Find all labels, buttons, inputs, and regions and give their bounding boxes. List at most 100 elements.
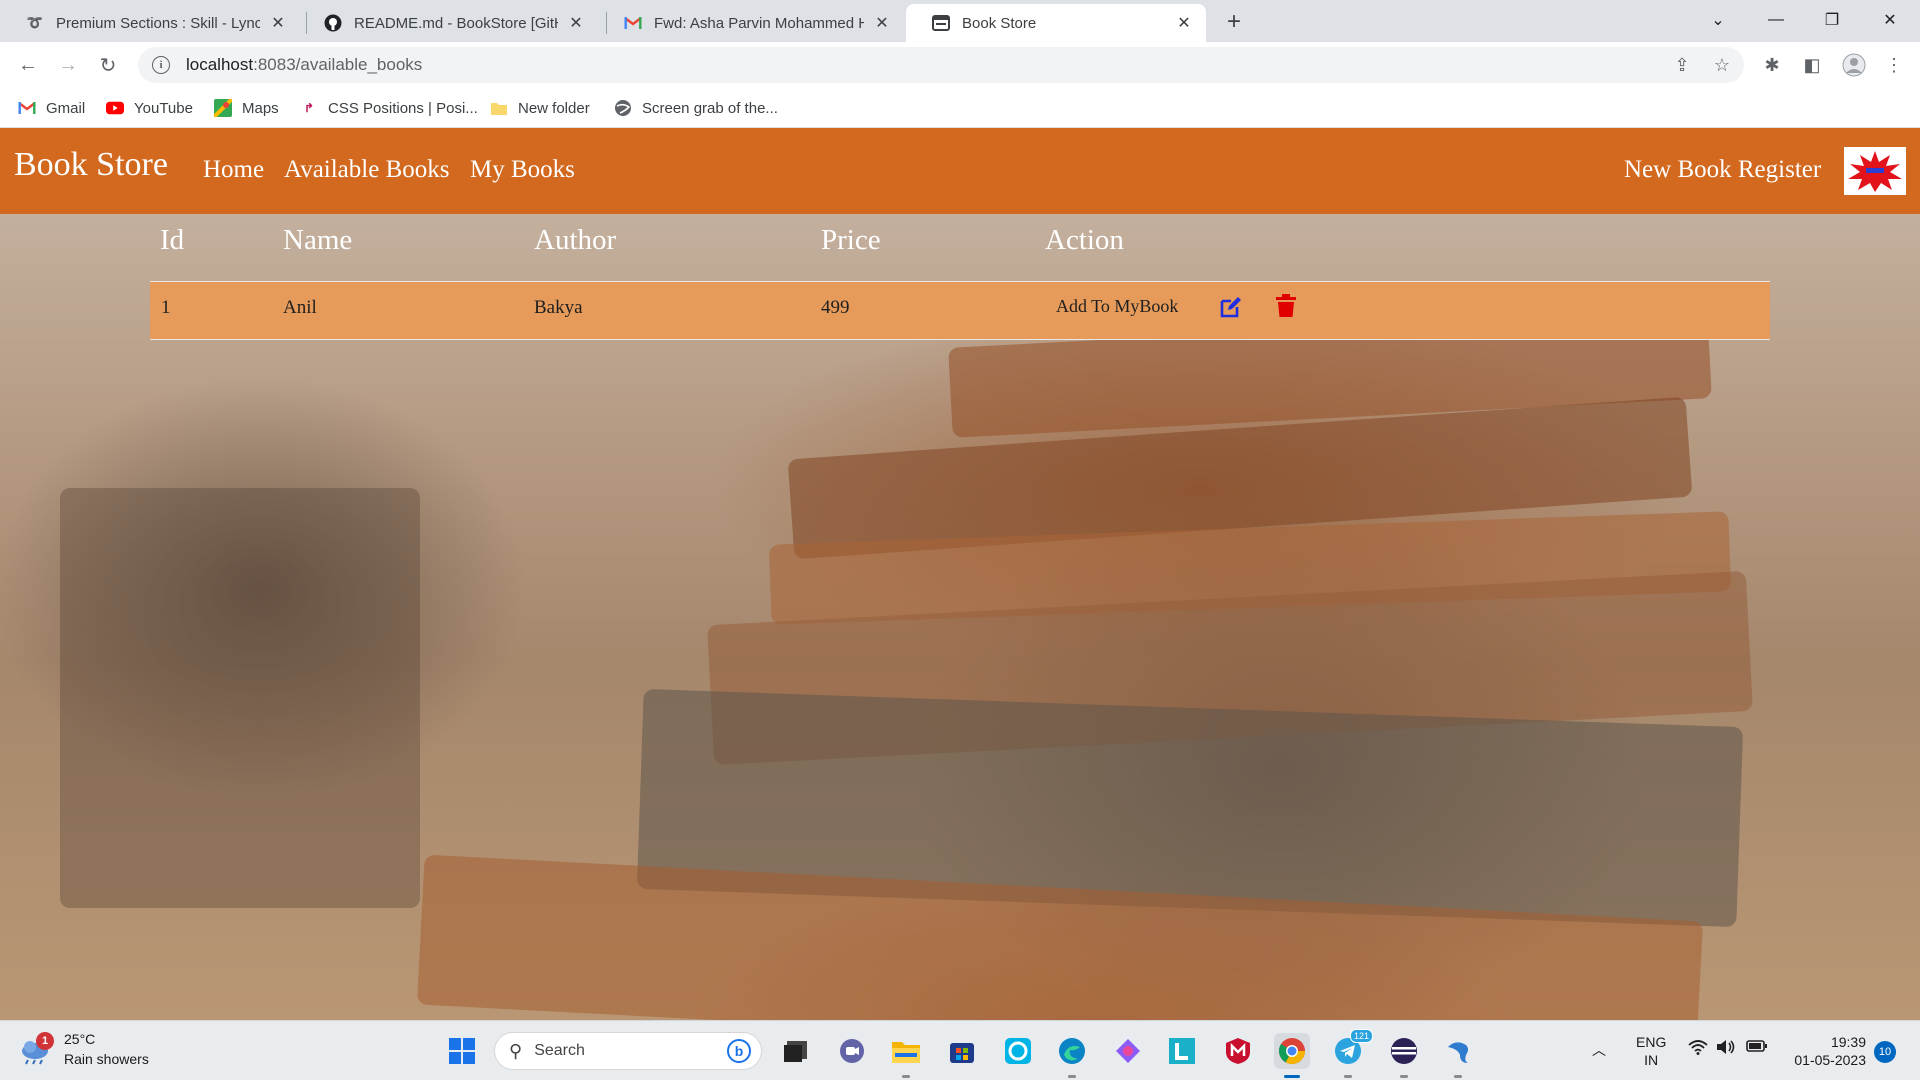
tab-lync[interactable]: ➰ Premium Sections : Skill - Lync ✕ <box>0 4 300 42</box>
tab-book-store[interactable]: Book Store ✕ <box>906 4 1206 42</box>
chrome-browser-icon[interactable] <box>1274 1033 1310 1069</box>
tab-title: Fwd: Asha Parvin Mohammed Ha <box>654 14 864 32</box>
nav-home-link[interactable]: Home <box>203 156 264 184</box>
search-placeholder: Search <box>534 1042 585 1059</box>
trash-icon[interactable] <box>1276 294 1296 318</box>
bookmark-label: Gmail <box>46 99 86 117</box>
volume-icon[interactable] <box>1716 1039 1736 1059</box>
close-window-button[interactable]: ✕ <box>1862 0 1918 40</box>
page-viewport: Book Store Home Available Books My Books… <box>0 128 1920 1020</box>
microsoft-store-icon[interactable] <box>944 1033 980 1069</box>
back-icon[interactable]: ← <box>14 51 42 79</box>
bookmark-label: CSS Positions | Posi... <box>328 99 478 117</box>
bookmark-maps[interactable]: Maps <box>214 96 279 120</box>
close-icon[interactable]: ✕ <box>268 13 288 33</box>
lync-icon: ➰ <box>26 15 44 30</box>
table-row: 1 Anil Bakya 499 Add To MyBook <box>150 282 1770 340</box>
brand-logo-text[interactable]: Book Store <box>14 146 168 184</box>
side-panel-icon[interactable]: ◧ <box>1798 51 1826 79</box>
search-icon: ⚲ <box>509 1040 523 1061</box>
column-header-action: Action <box>1045 224 1124 256</box>
battery-icon[interactable] <box>1746 1039 1768 1057</box>
site-info-icon[interactable]: i <box>152 56 170 74</box>
tab-gmail[interactable]: Fwd: Asha Parvin Mohammed Ha ✕ <box>598 4 904 42</box>
clock-time: 19:39 <box>1830 1034 1866 1050</box>
cell-id: 1 <box>161 297 171 318</box>
bookmark-new-folder[interactable]: New folder <box>490 96 590 120</box>
reload-icon[interactable]: ↻ <box>94 51 122 79</box>
edit-icon[interactable] <box>1219 295 1243 319</box>
new-tab-button[interactable]: + <box>1220 8 1248 36</box>
running-indicator <box>1068 1075 1076 1078</box>
folder-icon <box>490 99 508 117</box>
tab-title: Book Store <box>962 14 1037 32</box>
column-header-name: Name <box>283 224 353 256</box>
app-navbar: Book Store Home Available Books My Books… <box>0 128 1920 214</box>
language-code: ENG <box>1636 1034 1667 1050</box>
task-view-icon[interactable] <box>778 1033 814 1069</box>
cell-name: Anil <box>283 297 317 318</box>
close-icon[interactable]: ✕ <box>1174 13 1194 33</box>
bing-icon[interactable]: b <box>727 1039 751 1063</box>
wifi-icon[interactable] <box>1688 1039 1708 1060</box>
running-indicator <box>1454 1075 1462 1078</box>
menu-kebab-icon[interactable]: ⋮ <box>1880 51 1908 79</box>
youtube-icon <box>106 99 124 117</box>
css-icon: ↱ <box>303 101 315 115</box>
url-text[interactable]: localhost:8083/available_books <box>186 55 422 75</box>
restore-button[interactable]: ❐ <box>1804 0 1860 40</box>
bookmark-css-positions[interactable]: ↱ CSS Positions | Posi... <box>300 96 478 120</box>
bookmark-label: New folder <box>518 99 590 117</box>
active-indicator <box>1284 1075 1300 1078</box>
browser-tab-strip: ➰ Premium Sections : Skill - Lync ✕ READ… <box>0 0 1920 42</box>
taskbar-search-box[interactable]: ⚲ Search b <box>494 1032 762 1070</box>
cell-price: 499 <box>821 297 850 318</box>
share-icon[interactable]: ⇪ <box>1668 51 1696 79</box>
gmail-icon <box>624 14 642 32</box>
telegram-unread-badge: 121 <box>1350 1029 1374 1043</box>
tab-github[interactable]: README.md - BookStore [GitHub ✕ <box>298 4 598 42</box>
column-header-price: Price <box>821 224 881 256</box>
bookmark-gmail[interactable]: Gmail <box>18 96 85 120</box>
cell-author: Bakya <box>534 297 583 318</box>
nav-available-books-link[interactable]: Available Books <box>284 156 449 184</box>
close-icon[interactable]: ✕ <box>872 13 892 33</box>
l-app-icon[interactable] <box>1164 1033 1200 1069</box>
bookmark-youtube[interactable]: YouTube <box>106 96 193 120</box>
language-region: IN <box>1644 1052 1659 1068</box>
edge-browser-icon[interactable] <box>1054 1033 1090 1069</box>
alexa-icon[interactable] <box>1000 1033 1036 1069</box>
teams-chat-icon[interactable] <box>834 1033 870 1069</box>
tab-search-icon[interactable]: ⌄ <box>1690 0 1746 40</box>
minimize-button[interactable]: — <box>1748 0 1804 40</box>
language-indicator[interactable]: ENG IN <box>1636 1033 1666 1069</box>
show-hidden-icons-chevron[interactable]: ︿ <box>1592 1041 1606 1059</box>
mcafee-icon[interactable] <box>1220 1033 1256 1069</box>
add-to-mybook-button[interactable]: Add To MyBook <box>1056 296 1178 317</box>
promo-burst-icon[interactable] <box>1844 147 1906 195</box>
globe-icon <box>614 99 632 117</box>
forward-icon[interactable]: → <box>54 51 82 79</box>
copilot-icon[interactable] <box>1110 1033 1146 1069</box>
mysql-workbench-icon[interactable] <box>1440 1033 1476 1069</box>
telegram-icon[interactable]: 121 <box>1330 1029 1374 1069</box>
url-host: localhost <box>186 55 254 74</box>
windows-start-icon[interactable] <box>444 1033 480 1069</box>
bookmark-star-icon[interactable]: ☆ <box>1708 51 1736 79</box>
weather-widget[interactable]: 1 25°C Rain showers <box>18 1029 149 1069</box>
tab-title: Premium Sections : Skill - Lync <box>56 14 260 32</box>
extensions-icon[interactable]: ✱ <box>1758 51 1786 79</box>
nav-new-book-register-link[interactable]: New Book Register <box>1624 156 1821 184</box>
nav-my-books-link[interactable]: My Books <box>470 156 575 184</box>
clock[interactable]: 19:39 01-05-2023 <box>1784 1033 1866 1069</box>
close-icon[interactable]: ✕ <box>566 13 586 33</box>
file-explorer-icon[interactable] <box>888 1033 924 1069</box>
eclipse-ide-icon[interactable] <box>1386 1033 1422 1069</box>
notification-count-badge[interactable]: 10 <box>1874 1041 1896 1063</box>
github-icon <box>324 14 342 32</box>
table-header-row: Id Name Author Price Action <box>150 214 1770 282</box>
bookmark-screen-grab[interactable]: Screen grab of the... <box>614 96 778 120</box>
address-bar[interactable]: i localhost:8083/available_books <box>138 47 1744 83</box>
bookmark-label: Maps <box>242 99 279 117</box>
profile-avatar-icon[interactable] <box>1840 51 1868 79</box>
